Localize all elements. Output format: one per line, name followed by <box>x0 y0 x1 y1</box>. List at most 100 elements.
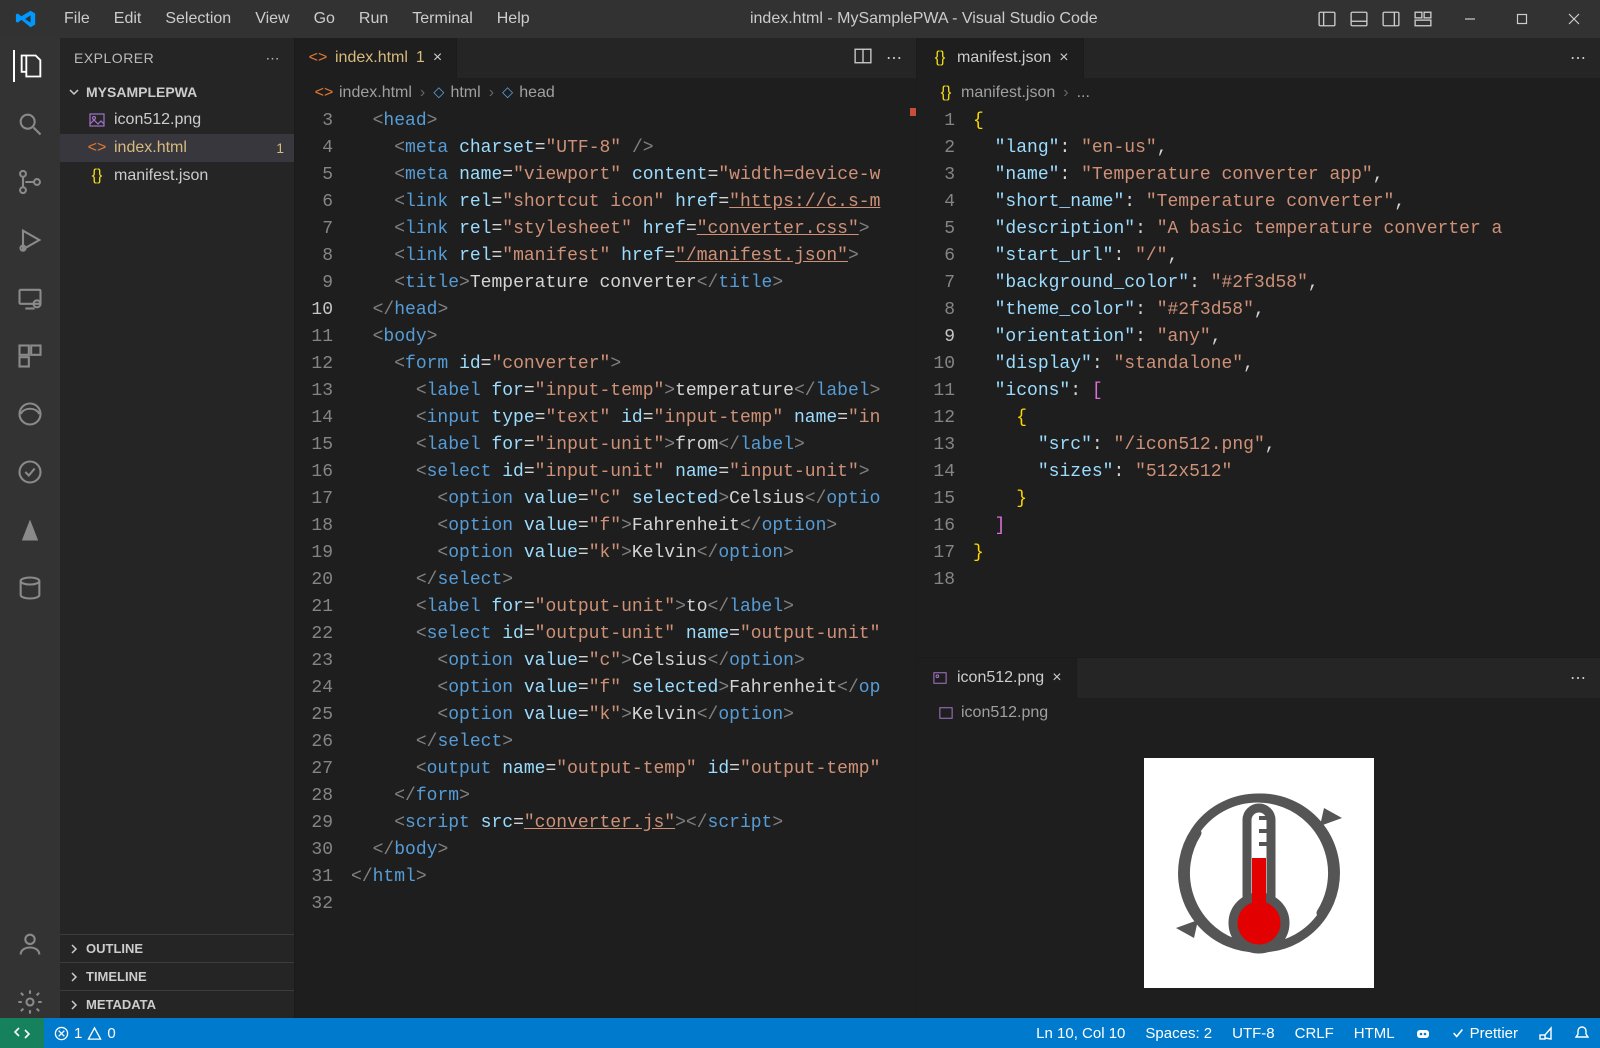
breadcrumb-left[interactable]: <>index.html › ⬦html › ⬦head <box>295 78 916 108</box>
image-file-icon <box>937 704 955 722</box>
status-copilot-icon[interactable] <box>1405 1025 1441 1041</box>
file-icon512[interactable]: icon512.png <box>60 106 294 134</box>
tab-index-html[interactable]: <> index.html 1 × <box>295 38 457 78</box>
status-eol[interactable]: CRLF <box>1285 1025 1344 1042</box>
close-tab-icon[interactable]: × <box>433 49 442 67</box>
json-file-icon: {} <box>937 84 955 102</box>
file-tree: icon512.png <> index.html 1 {} manifest.… <box>60 106 294 190</box>
toggle-panel-right-icon[interactable] <box>1380 8 1402 30</box>
database-icon[interactable] <box>14 572 46 604</box>
remote-explorer-icon[interactable] <box>14 282 46 314</box>
image-file-icon <box>88 111 106 129</box>
tag-icon: ⬦ <box>433 84 444 102</box>
menu-run[interactable]: Run <box>347 0 400 38</box>
testing-icon[interactable] <box>14 456 46 488</box>
menu-view[interactable]: View <box>243 0 301 38</box>
status-notifications-icon[interactable] <box>1564 1025 1600 1041</box>
html-file-icon: <> <box>315 84 333 102</box>
close-tab-icon[interactable]: × <box>1059 49 1068 67</box>
search-icon[interactable] <box>14 108 46 140</box>
more-actions-icon[interactable]: ⋯ <box>1570 48 1586 68</box>
thermometer-refresh-icon <box>1159 773 1359 973</box>
menu-bar: File Edit Selection View Go Run Terminal… <box>52 0 542 38</box>
metadata-section[interactable]: METADATA <box>60 990 294 1018</box>
tab-icon512[interactable]: icon512.png × <box>917 658 1077 698</box>
image-preview[interactable] <box>917 728 1600 1018</box>
more-actions-icon[interactable]: ⋯ <box>1570 668 1586 688</box>
tab-label: index.html <box>335 49 408 67</box>
prettier-label: Prettier <box>1470 1025 1518 1042</box>
more-actions-icon[interactable]: ⋯ <box>266 50 281 67</box>
explorer-icon[interactable] <box>13 50 45 82</box>
window-maximize-button[interactable] <box>1496 0 1548 38</box>
tab-bar-right-top: {} manifest.json × ⋯ <box>917 38 1600 78</box>
status-bar: 1 0 Ln 10, Col 10 Spaces: 2 UTF-8 CRLF H… <box>0 1018 1600 1048</box>
more-actions-icon[interactable]: ⋯ <box>886 48 902 68</box>
accounts-icon[interactable] <box>14 928 46 960</box>
project-name: MYSAMPLEPWA <box>86 84 197 100</box>
close-tab-icon[interactable]: × <box>1052 669 1061 687</box>
edge-icon[interactable] <box>14 398 46 430</box>
status-feedback-icon[interactable] <box>1528 1025 1564 1041</box>
crumb-label: head <box>519 84 555 102</box>
menu-go[interactable]: Go <box>302 0 347 38</box>
breadcrumb-right-bottom[interactable]: icon512.png <box>917 698 1600 728</box>
status-prettier[interactable]: Prettier <box>1441 1025 1528 1042</box>
window-close-button[interactable] <box>1548 0 1600 38</box>
code-editor-right[interactable]: 123456789101112131415161718 { "lang": "e… <box>917 108 1600 657</box>
window-minimize-button[interactable] <box>1444 0 1496 38</box>
split-editor-icon[interactable] <box>854 47 872 70</box>
outline-section[interactable]: OUTLINE <box>60 934 294 962</box>
status-indentation[interactable]: Spaces: 2 <box>1135 1025 1222 1042</box>
crumb-label: icon512.png <box>961 704 1048 722</box>
menu-selection[interactable]: Selection <box>153 0 243 38</box>
activity-bar <box>0 38 60 1018</box>
status-cursor-position[interactable]: Ln 10, Col 10 <box>1026 1025 1135 1042</box>
file-manifest-json[interactable]: {} manifest.json <box>60 162 294 190</box>
json-file-icon: {} <box>931 49 949 67</box>
file-label: manifest.json <box>114 167 208 185</box>
file-label: index.html <box>114 139 187 157</box>
explorer-sidebar: EXPLORER ⋯ MYSAMPLEPWA icon512.png <> in… <box>60 38 295 1018</box>
crumb-label: html <box>450 84 480 102</box>
warning-count: 0 <box>107 1025 115 1042</box>
menu-file[interactable]: File <box>52 0 102 38</box>
azure-icon[interactable] <box>14 514 46 546</box>
json-file-icon: {} <box>88 167 106 185</box>
remote-indicator[interactable] <box>0 1018 44 1048</box>
tab-bar-left: <> index.html 1 × ⋯ <box>295 38 916 78</box>
toggle-panel-bottom-icon[interactable] <box>1348 8 1370 30</box>
modified-badge: 1 <box>276 140 284 156</box>
window-title: index.html - MySamplePWA - Visual Studio… <box>542 10 1306 28</box>
explorer-title: EXPLORER <box>74 50 154 66</box>
tag-icon: ⬦ <box>502 84 513 102</box>
settings-gear-icon[interactable] <box>14 986 46 1018</box>
extensions-icon[interactable] <box>14 340 46 372</box>
menu-terminal[interactable]: Terminal <box>400 0 484 38</box>
menu-edit[interactable]: Edit <box>102 0 154 38</box>
tab-manifest-json[interactable]: {} manifest.json × <box>917 38 1084 78</box>
source-control-icon[interactable] <box>14 166 46 198</box>
editor-group-left: <> index.html 1 × ⋯ <>index.html › ⬦html… <box>295 38 917 1018</box>
editor-group-right-bottom: icon512.png × ⋯ icon512.png <box>917 658 1600 1018</box>
toggle-panel-left-icon[interactable] <box>1316 8 1338 30</box>
status-problems[interactable]: 1 0 <box>44 1025 126 1042</box>
customize-layout-icon[interactable] <box>1412 8 1434 30</box>
project-folder[interactable]: MYSAMPLEPWA <box>60 78 294 106</box>
title-bar: File Edit Selection View Go Run Terminal… <box>0 0 1600 38</box>
breadcrumb-right-top[interactable]: {}manifest.json › ... <box>917 78 1600 108</box>
editor-group-right-top: {} manifest.json × ⋯ {}manifest.json › .… <box>917 38 1600 658</box>
crumb-label: index.html <box>339 84 412 102</box>
file-label: icon512.png <box>114 111 201 129</box>
status-language[interactable]: HTML <box>1344 1025 1405 1042</box>
vscode-logo-icon <box>0 8 52 30</box>
run-debug-icon[interactable] <box>14 224 46 256</box>
code-editor-left[interactable]: 3456789101112131415161718192021222324252… <box>295 108 916 1018</box>
status-encoding[interactable]: UTF-8 <box>1222 1025 1285 1042</box>
timeline-section[interactable]: TIMELINE <box>60 962 294 990</box>
menu-help[interactable]: Help <box>485 0 542 38</box>
html-file-icon: <> <box>309 49 327 67</box>
html-file-icon: <> <box>88 139 106 157</box>
image-file-icon <box>931 669 949 687</box>
file-index-html[interactable]: <> index.html 1 <box>60 134 294 162</box>
